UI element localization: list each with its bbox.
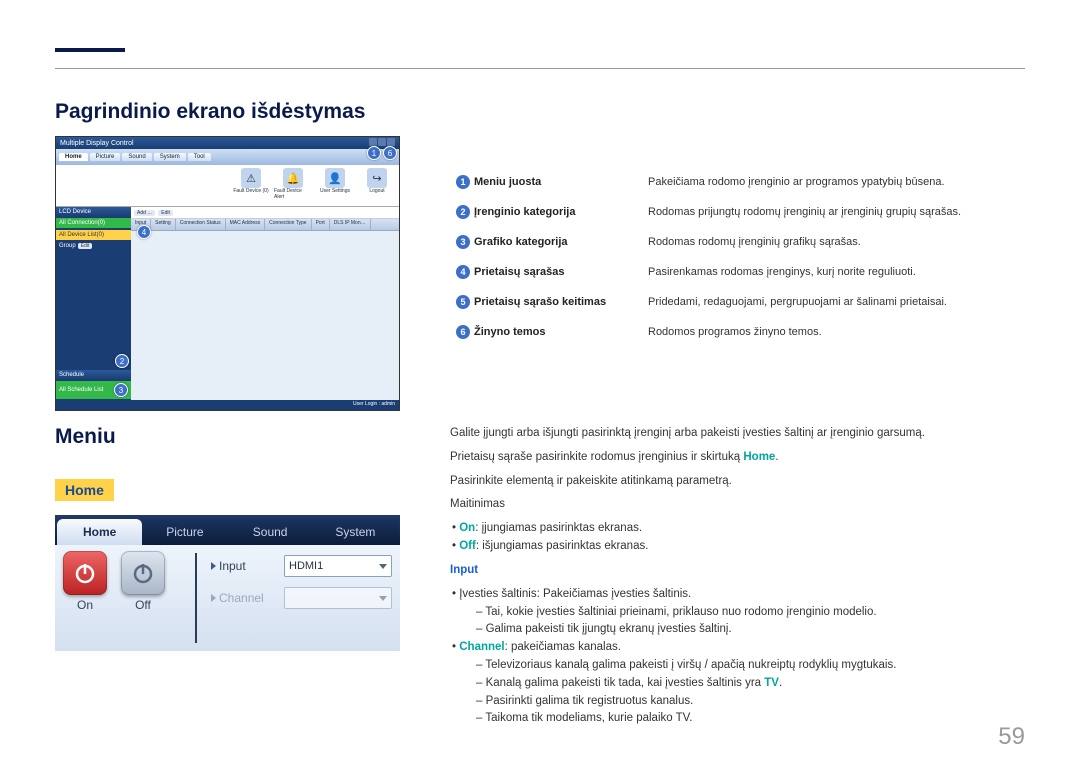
tab-sound: Sound [122,153,151,161]
header-divider [55,68,1025,69]
li-ch-d2: Kanalą galima pakeisti tik tada, kai įve… [450,675,1025,693]
li-channel: Channel: pakeičiamas kanalas. [450,639,1025,657]
app-screenshot: Multiple Display Control Home Picture So… [55,136,400,411]
li-off: Off: išjungiamas pasirinktas ekranas. [450,538,1025,556]
app-main: Add … Edit InputSettingConnection Status… [131,207,399,400]
triangle-icon [211,594,216,602]
app-toolbar: ⚠Fault Device (0) 🔔Fault Device Alert 👤U… [56,165,399,207]
li-ch-d4: Taikoma tik modeliams, kurie palaiko TV. [450,710,1025,728]
li-input: Įvesties šaltinis: Pakeičiamas įvesties … [450,586,1025,604]
li-ch-d1: Televizoriaus kanalą galima pakeisti į v… [450,657,1025,675]
section-heading-layout: Pagrindinio ekrano išdėstymas [55,100,1025,124]
channel-select [284,587,392,609]
tool-fault-device: ⚠Fault Device (0) [232,168,270,203]
legend-table: 1Meniu juostaPakeičiama rodomo įrenginio… [450,166,1025,348]
input-row: Input HDMI1 [211,555,392,577]
side-lcd: LCD Device [56,207,131,217]
tab-picture: Picture [90,153,121,161]
tab-tool: Tool [188,153,211,161]
side-group-row: GroupEdit [56,241,131,251]
callout-1: 1 [367,146,381,160]
app-status: User Login : admin [56,400,399,410]
section-heading-meniu: Meniu [55,425,400,449]
side-all-list: All Device List(0) [56,230,131,240]
power-off: Off [121,551,165,645]
side-schedule: Schedule [56,370,131,380]
grid-header: InputSettingConnection StatusMAC Address… [131,219,399,231]
power-on-icon [63,551,107,595]
chevron-down-icon [379,596,387,601]
app-tabbar: Home Picture Sound System Tool 1 6 [56,149,399,165]
callout-6: 6 [383,146,397,160]
side-all-conn: All Connection(0) [56,218,131,228]
tool-logout: ↪Logout [358,168,396,203]
callout-4: 4 [137,225,151,239]
li-input-d2: Galima pakeisti tik įjungtų ekranų įvest… [450,621,1025,639]
input-select: HDMI1 [284,555,392,577]
para-1: Galite įjungti arba išjungti pasirinktą … [450,425,1025,443]
channel-row: Channel [211,587,392,609]
side-all-sched: All Schedule List3 [56,381,131,399]
power-on: On [63,551,107,645]
para-4: Maitinimas [450,496,1025,514]
hometab-picture: Picture [142,519,227,545]
li-on: On: įjungiamas pasirinktas ekranas. [450,520,1025,538]
chevron-down-icon [379,564,387,569]
input-heading: Input [450,564,478,576]
app-title: Multiple Display Control [60,140,134,147]
para-2: Prietaisų sąraše pasirinkite rodomus įre… [450,449,1025,467]
page-number: 59 [998,723,1025,751]
hometab-sound: Sound [228,519,313,545]
btn-edit: Edit [158,210,173,216]
tab-system: System [154,153,186,161]
hometab-system: System [313,519,398,545]
tool-user-settings: 👤User Settings [316,168,354,203]
header-accent-rule [55,48,125,52]
hometab-home: Home [57,519,142,545]
para-3: Pasirinkite elementą ir pakeiskite atiti… [450,473,1025,491]
btn-add: Add … [134,210,155,216]
tab-home: Home [59,153,88,161]
app-sidebar: LCD Device All Connection(0) All Device … [56,207,131,400]
tool-fault-alert: 🔔Fault Device Alert [274,168,312,203]
home-screenshot: Home Picture Sound System On [55,515,400,651]
li-ch-d3: Pasirinkti galima tik registruotus kanal… [450,693,1025,711]
home-heading: Home [55,479,114,501]
power-off-icon [121,551,165,595]
li-input-d1: Tai, kokie įvesties šaltiniai prieinami,… [450,604,1025,622]
callout-2: 2 [115,354,129,368]
triangle-icon [211,562,216,570]
